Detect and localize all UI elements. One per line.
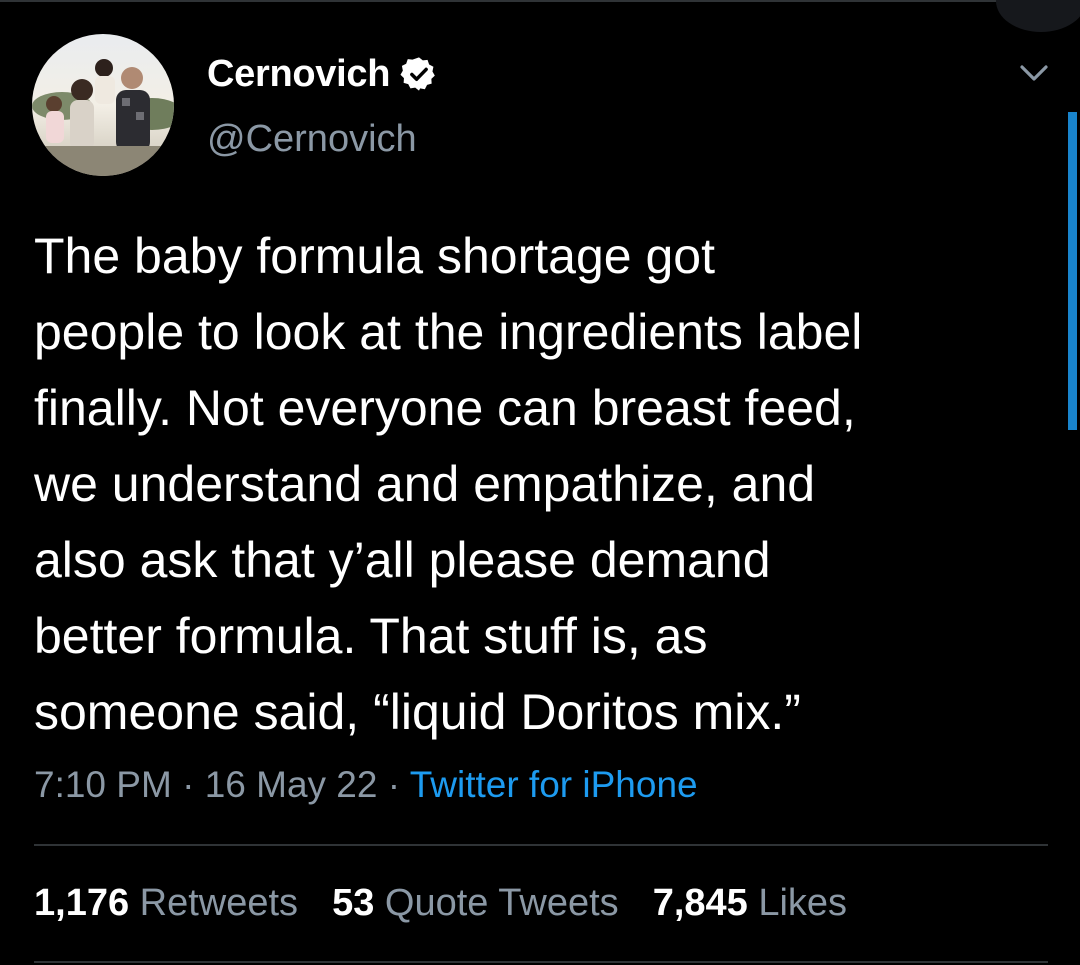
tweet-meta: 7:10 PM · 16 May 22 · Twitter for iPhone (34, 764, 698, 806)
tweet-text: The baby formula shortage got people to … (34, 228, 863, 740)
tweet-time[interactable]: 7:10 PM (34, 764, 172, 805)
retweets-count: 1,176 (34, 882, 130, 924)
likes-count: 7,845 (652, 882, 748, 924)
quote-tweets-stat[interactable]: 53 Quote Tweets (332, 882, 619, 925)
retweets-stat[interactable]: 1,176 Retweets (34, 882, 298, 925)
display-name[interactable]: Cernovich (207, 53, 390, 96)
divider (34, 844, 1048, 846)
author-name-row[interactable]: Cernovich (207, 52, 438, 96)
likes-stat[interactable]: 7,845 Likes (653, 882, 847, 925)
tweet-stats: 1,176 Retweets 53 Quote Tweets 7,845 Lik… (34, 882, 881, 925)
retweets-label: Retweets (139, 882, 299, 924)
quote-tweets-label: Quote Tweets (384, 882, 619, 924)
meta-separator: · (377, 764, 410, 805)
likes-label: Likes (758, 882, 848, 924)
meta-separator: · (171, 764, 205, 805)
chevron-down-icon[interactable] (1016, 58, 1052, 88)
verified-badge-icon (400, 55, 438, 93)
divider (34, 961, 1048, 963)
tweet-date[interactable]: 16 May 22 (205, 764, 378, 805)
handle[interactable]: @Cernovich (207, 118, 417, 161)
avatar[interactable] (32, 34, 174, 176)
tweet-source-link[interactable]: Twitter for iPhone (410, 764, 698, 805)
top-border (0, 0, 1080, 2)
quote-tweets-count: 53 (332, 882, 375, 924)
corner-button-fragment (996, 0, 1080, 32)
scrollbar[interactable] (1068, 112, 1077, 430)
